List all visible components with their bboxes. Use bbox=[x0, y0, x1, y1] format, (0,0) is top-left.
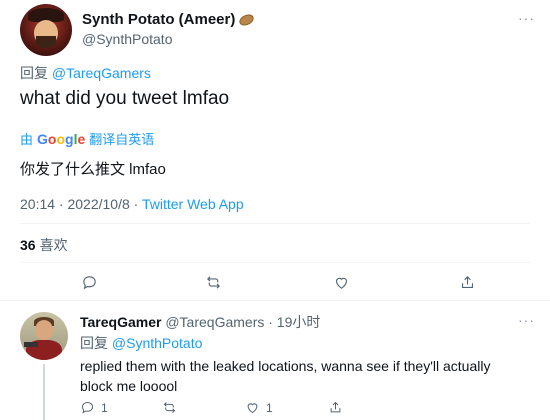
display-name[interactable]: Synth Potato (Ameer) bbox=[82, 11, 256, 28]
tweet-timestamp: 20:14 · 2022/10/8 · Twitter Web App bbox=[20, 196, 244, 212]
retweet-button[interactable] bbox=[203, 272, 223, 292]
replying-to-label: 回复 bbox=[20, 65, 48, 81]
like-button[interactable] bbox=[331, 272, 351, 292]
likes-summary[interactable]: 36 喜欢 bbox=[20, 235, 68, 255]
retweet-button[interactable] bbox=[162, 400, 183, 415]
reply-count: 1 bbox=[101, 400, 108, 415]
share-button[interactable] bbox=[328, 400, 343, 415]
translate-by-label: 由 bbox=[20, 132, 34, 147]
user-handle[interactable]: @SynthPotato bbox=[82, 31, 254, 47]
divider bbox=[20, 262, 530, 263]
share-icon bbox=[330, 401, 341, 413]
share-button[interactable] bbox=[457, 272, 477, 292]
reply-tweet[interactable]: TareqGamer @TareqGamers · 19小时 ··· 回复 @S… bbox=[0, 300, 550, 420]
like-button[interactable]: 1 bbox=[245, 400, 273, 415]
replying-to: 回复 @TareqGamers bbox=[20, 63, 151, 83]
avatar[interactable] bbox=[20, 4, 72, 56]
display-name-text[interactable]: Synth Potato (Ameer) bbox=[82, 11, 235, 28]
heart-icon bbox=[247, 403, 258, 414]
display-name[interactable]: TareqGamer bbox=[80, 314, 161, 330]
divider bbox=[20, 223, 530, 224]
likes-label: 喜欢 bbox=[39, 237, 68, 253]
reply-button[interactable] bbox=[79, 272, 99, 292]
tweet-action-bar bbox=[0, 272, 550, 294]
more-options-icon[interactable]: ··· bbox=[518, 10, 535, 26]
heart-icon bbox=[335, 277, 347, 289]
tweet-text: what did you tweet lmfao bbox=[20, 88, 230, 109]
google-logo: Google bbox=[37, 130, 86, 147]
like-count: 1 bbox=[266, 400, 273, 415]
mention-link[interactable]: @TareqGamers bbox=[52, 65, 151, 81]
more-options-icon[interactable]: ··· bbox=[518, 312, 535, 328]
retweet-icon bbox=[163, 402, 176, 413]
reply-icon bbox=[82, 275, 96, 289]
avatar[interactable] bbox=[20, 312, 68, 360]
potato-icon bbox=[237, 11, 256, 28]
tweet-text: replied them with the leaked locations, … bbox=[80, 358, 491, 394]
timestamp[interactable]: 20:14 · 2022/10/8 · bbox=[20, 196, 142, 212]
retweet-icon bbox=[206, 275, 220, 289]
handle-and-time[interactable]: @TareqGamers · 19小时 bbox=[165, 314, 320, 330]
translated-text: 你发了什么推文 lmfao bbox=[20, 161, 166, 178]
source-link[interactable]: Twitter Web App bbox=[142, 196, 244, 212]
translated-from-label[interactable]: 翻译自英语 bbox=[89, 129, 154, 148]
mention-link[interactable]: @SynthPotato bbox=[112, 335, 203, 351]
replying-to: 回复 @SynthPotato bbox=[80, 333, 202, 353]
likes-count: 36 bbox=[20, 237, 36, 253]
share-icon bbox=[461, 275, 473, 288]
reply-author[interactable]: TareqGamer @TareqGamers · 19小时 bbox=[80, 312, 320, 332]
reply-button[interactable]: 1 bbox=[80, 400, 108, 415]
replying-to-label: 回复 bbox=[80, 335, 108, 351]
translation-attribution[interactable]: 由 Google 翻译自英语 bbox=[20, 129, 154, 148]
tweet-author[interactable]: Synth Potato (Ameer) @SynthPotato bbox=[82, 11, 256, 47]
reply-action-bar: 1 1 bbox=[0, 400, 550, 420]
reply-icon bbox=[81, 401, 94, 414]
